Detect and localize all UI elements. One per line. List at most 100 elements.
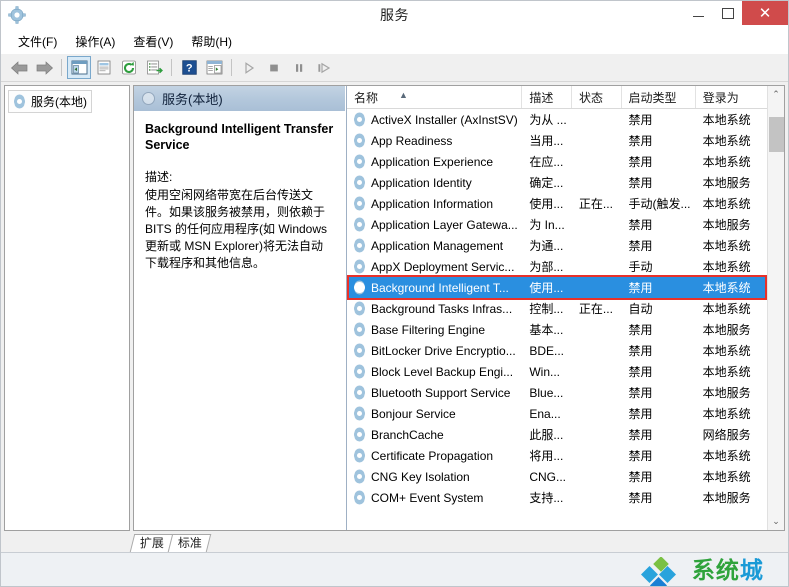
service-name-label: BitLocker Drive Encryptio... <box>371 343 516 358</box>
table-row[interactable]: Application Management 为通... 禁用 本地系统 <box>347 235 767 256</box>
service-name-label: Certificate Propagation <box>371 448 494 463</box>
column-header-description[interactable]: 描述 <box>522 86 572 108</box>
list-vertical-scrollbar[interactable]: ⌃ ⌄ <box>767 86 784 530</box>
tab-standard[interactable]: 标准 <box>167 534 212 552</box>
table-row[interactable]: COM+ Event System 支持... 禁用 本地服务 <box>347 487 767 508</box>
table-row[interactable]: Base Filtering Engine 基本... 禁用 本地服务 <box>347 319 767 340</box>
refresh-button[interactable] <box>117 56 141 79</box>
start-service-button[interactable] <box>237 56 261 79</box>
services-gear-icon <box>353 491 366 504</box>
pause-service-button[interactable] <box>287 56 311 79</box>
table-row[interactable]: Bonjour Service Ena... 禁用 本地系统 <box>347 403 767 424</box>
table-row[interactable]: ActiveX Installer (AxInstSV) 为从 ... 禁用 本地系统 <box>347 109 767 130</box>
column-header-startup-type[interactable]: 启动类型 <box>622 86 696 108</box>
cell-logon: 网络服务 <box>702 428 751 442</box>
services-gear-icon <box>353 260 366 273</box>
column-header-status[interactable]: 状态 <box>572 86 622 108</box>
table-row[interactable]: CNG Key Isolation CNG... 禁用 本地系统 <box>347 466 767 487</box>
table-row[interactable]: BitLocker Drive Encryptio... BDE... 禁用 本地系统 <box>347 340 767 361</box>
cell-startup: 禁用 <box>628 134 653 148</box>
services-gear-icon <box>353 239 366 252</box>
services-gear-icon <box>353 113 366 126</box>
help-button[interactable]: ? <box>177 56 201 79</box>
detail-view-icon <box>206 60 222 75</box>
table-row[interactable]: Background Tasks Infras... 控制... 正在... 自动 本地… <box>347 298 767 319</box>
table-row[interactable]: Certificate Propagation 将用... 禁用 本地系统 <box>347 445 767 466</box>
toolbar: ? <box>1 54 788 82</box>
cell-name: Background Intelligent T... <box>347 277 522 298</box>
table-row[interactable]: BranchCache 此服... 禁用 网络服务 <box>347 424 767 445</box>
table-row[interactable]: Application Information 使用... 正在... 手动(触发..… <box>347 193 767 214</box>
services-gear-icon <box>353 155 366 168</box>
toolbar-separator-2 <box>171 59 172 76</box>
cell-startup: 禁用 <box>628 281 653 295</box>
xitongcheng-logo-icon <box>640 557 676 586</box>
service-name-label: Application Management <box>371 238 504 253</box>
export-list-button[interactable] <box>142 56 166 79</box>
cell-startup: 禁用 <box>628 344 653 358</box>
stop-service-button[interactable] <box>262 56 286 79</box>
table-row[interactable]: Application Layer Gatewa... 为 In... 禁用 本地服务 <box>347 214 767 235</box>
cell-startup: 手动 <box>628 260 653 274</box>
cell-status <box>572 424 622 445</box>
minimize-button[interactable] <box>684 1 713 25</box>
menu-help[interactable]: 帮助(H) <box>182 30 241 53</box>
watermark-brand-cn-accent: 城 <box>739 557 764 584</box>
export-list-icon <box>146 60 163 75</box>
cell-desc: 支持... <box>529 491 564 505</box>
cell-startup: 禁用 <box>628 428 653 442</box>
close-button[interactable]: ✕ <box>742 1 788 25</box>
scroll-up-arrow-icon[interactable]: ⌃ <box>767 86 784 103</box>
cell-startup: 禁用 <box>628 365 653 379</box>
menu-view[interactable]: 查看(V) <box>124 30 182 53</box>
list-column-headers: 名称 ▲ 描述 状态 启动类型 登录为 <box>347 86 767 109</box>
cell-status <box>572 340 622 361</box>
scrollbar-thumb[interactable] <box>768 117 784 152</box>
maximize-button[interactable] <box>713 1 742 25</box>
menu-file[interactable]: 文件(F) <box>9 30 66 53</box>
cell-startup: 禁用 <box>628 218 653 232</box>
cell-status: 正在... <box>578 197 613 211</box>
cell-desc: Win... <box>529 364 561 379</box>
menu-action[interactable]: 操作(A) <box>66 30 124 53</box>
cell-status <box>572 361 622 382</box>
cell-startup: 手动(触发... <box>628 197 691 211</box>
table-row[interactable]: Application Identity 确定... 禁用 本地服务 <box>347 172 767 193</box>
cell-status <box>572 466 622 487</box>
table-row[interactable]: App Readiness 当用... 禁用 本地系统 <box>347 130 767 151</box>
scrollbar-track[interactable] <box>767 103 784 513</box>
restart-service-button[interactable] <box>312 56 336 79</box>
cell-desc: BDE... <box>529 343 565 358</box>
service-name-label: ActiveX Installer (AxInstSV) <box>371 112 518 127</box>
cell-status: 正在... <box>578 302 613 316</box>
tab-extended[interactable]: 扩展 <box>129 534 174 552</box>
services-gear-icon <box>353 134 366 147</box>
column-header-name[interactable]: 名称 ▲ <box>347 86 523 108</box>
services-gear-icon <box>353 218 366 231</box>
detail-view-button[interactable] <box>202 56 226 79</box>
service-name-label: Application Experience <box>371 154 494 169</box>
arrow-right-icon <box>36 60 53 75</box>
table-row[interactable]: Background Intelligent T... 使用... 禁用 本地系统 <box>347 277 767 298</box>
table-row[interactable]: Application Experience 在应... 禁用 本地系统 <box>347 151 767 172</box>
cell-startup: 禁用 <box>628 239 653 253</box>
table-row[interactable]: Block Level Backup Engi... Win... 禁用 本地系统 <box>347 361 767 382</box>
tree-node-services-local[interactable]: 服务(本地) <box>8 90 92 113</box>
minimize-icon <box>693 16 704 17</box>
properties-button[interactable] <box>92 56 116 79</box>
cell-startup: 禁用 <box>628 449 653 463</box>
show-hide-tree-button[interactable] <box>67 56 91 79</box>
cell-logon: 本地系统 <box>702 260 751 274</box>
column-header-log-on-as[interactable]: 登录为 <box>696 86 767 108</box>
properties-icon <box>97 60 111 75</box>
back-button[interactable] <box>7 56 31 79</box>
cell-logon: 本地系统 <box>702 470 751 484</box>
cell-status <box>572 172 622 193</box>
cell-startup: 禁用 <box>628 491 653 505</box>
services-gear-icon <box>353 428 366 441</box>
table-row[interactable]: Bluetooth Support Service Blue... 禁用 本地服务 <box>347 382 767 403</box>
forward-button[interactable] <box>32 56 56 79</box>
menu-bar: 文件(F) 操作(A) 查看(V) 帮助(H) <box>1 29 788 54</box>
scroll-down-arrow-icon[interactable]: ⌄ <box>767 513 784 530</box>
table-row[interactable]: AppX Deployment Servic... 为部... 手动 本地系统 <box>347 256 767 277</box>
